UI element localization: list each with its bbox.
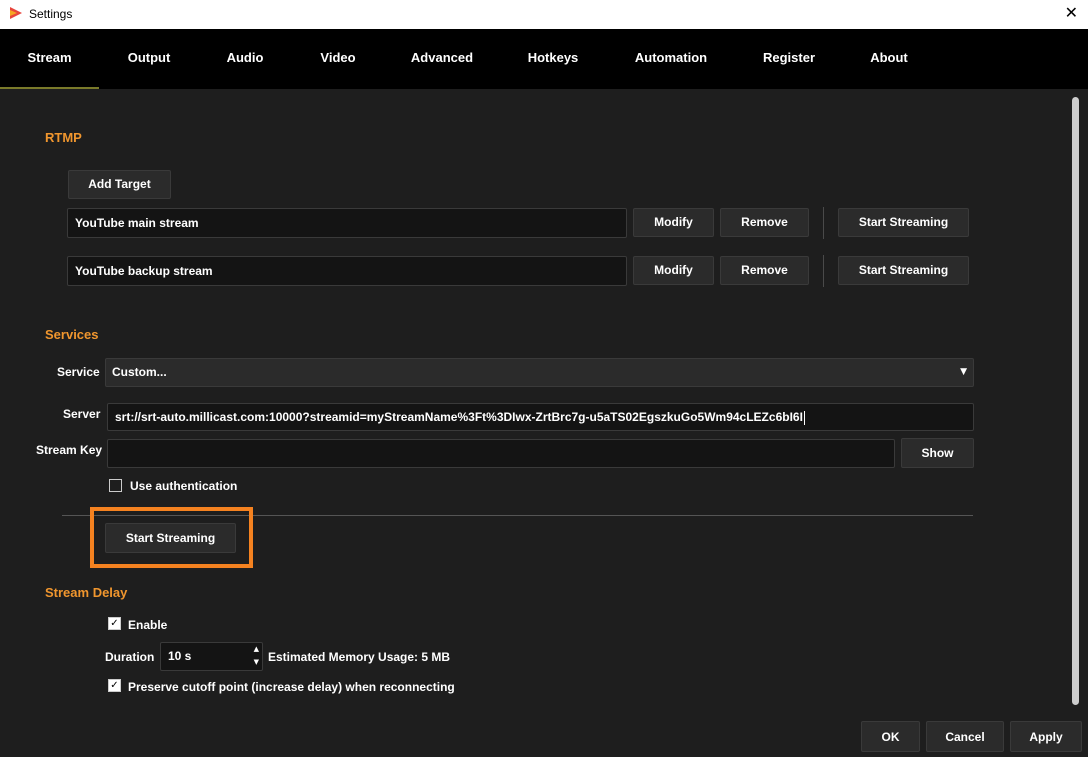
duration-spinbox[interactable]: 10 s ▲ ▼ (160, 642, 263, 671)
tab-bar: Stream Output Audio Video Advanced Hotke… (0, 29, 1088, 89)
text-caret (803, 410, 805, 425)
divider (823, 255, 824, 287)
rtmp-section-title: RTMP (45, 130, 82, 145)
duration-label: Duration (105, 650, 155, 664)
start-target-streaming-button[interactable]: Start Streaming (838, 208, 969, 237)
server-input[interactable]: srt://srt-auto.millicast.com:10000?strea… (107, 403, 974, 431)
chevron-down-icon: ▼ (960, 367, 967, 377)
divider (823, 207, 824, 239)
tab-about[interactable]: About (858, 29, 920, 89)
preserve-cutoff-label: Preserve cutoff point (increase delay) w… (128, 680, 455, 694)
apply-button[interactable]: Apply (1010, 721, 1082, 752)
service-select[interactable]: Custom... ▼ (105, 358, 974, 387)
tab-audio[interactable]: Audio (213, 29, 277, 89)
ok-button[interactable]: OK (861, 721, 920, 752)
check-icon: ✓ (110, 618, 119, 629)
start-target-streaming-button[interactable]: Start Streaming (838, 256, 969, 285)
tab-hotkeys[interactable]: Hotkeys (516, 29, 590, 89)
remove-target-button[interactable]: Remove (720, 208, 809, 237)
services-section-title: Services (45, 327, 99, 342)
tab-stream[interactable]: Stream (0, 29, 99, 89)
stream-key-input[interactable] (107, 439, 895, 468)
spin-up-icon[interactable]: ▲ (254, 644, 259, 655)
target-name-field[interactable]: YouTube backup stream (67, 256, 627, 286)
spin-down-icon[interactable]: ▼ (254, 657, 259, 668)
server-label: Server (63, 407, 101, 421)
tab-register[interactable]: Register (752, 29, 826, 89)
tab-output[interactable]: Output (111, 29, 187, 89)
cancel-button[interactable]: Cancel (926, 721, 1004, 752)
use-authentication-label: Use authentication (130, 479, 238, 493)
app-logo-icon (10, 7, 22, 19)
use-authentication-checkbox[interactable] (109, 479, 122, 492)
start-streaming-button[interactable]: Start Streaming (105, 523, 236, 553)
service-select-value: Custom... (112, 365, 167, 379)
add-target-button[interactable]: Add Target (68, 170, 171, 199)
duration-value: 10 s (168, 649, 192, 663)
tab-automation[interactable]: Automation (624, 29, 718, 89)
tab-advanced[interactable]: Advanced (400, 29, 484, 89)
check-icon: ✓ (110, 680, 119, 691)
service-label: Service (57, 365, 100, 379)
stream-key-label: Stream Key (36, 443, 103, 457)
window-title: Settings (29, 7, 73, 21)
modify-target-button[interactable]: Modify (633, 208, 714, 237)
enable-delay-label: Enable (128, 618, 168, 632)
tab-video[interactable]: Video (306, 29, 370, 89)
preserve-cutoff-checkbox[interactable]: ✓ (108, 679, 121, 692)
remove-target-button[interactable]: Remove (720, 256, 809, 285)
memory-usage-label: Estimated Memory Usage: 5 MB (268, 650, 451, 664)
server-input-value: srt://srt-auto.millicast.com:10000?strea… (115, 410, 803, 424)
show-key-button[interactable]: Show (901, 438, 974, 468)
target-name-field[interactable]: YouTube main stream (67, 208, 627, 238)
close-icon[interactable]: ✕ (1065, 5, 1078, 21)
enable-delay-checkbox[interactable]: ✓ (108, 617, 121, 630)
modify-target-button[interactable]: Modify (633, 256, 714, 285)
scrollbar-thumb[interactable] (1072, 97, 1079, 705)
title-bar: Settings ✕ (0, 0, 1088, 29)
stream-delay-section-title: Stream Delay (45, 585, 128, 600)
